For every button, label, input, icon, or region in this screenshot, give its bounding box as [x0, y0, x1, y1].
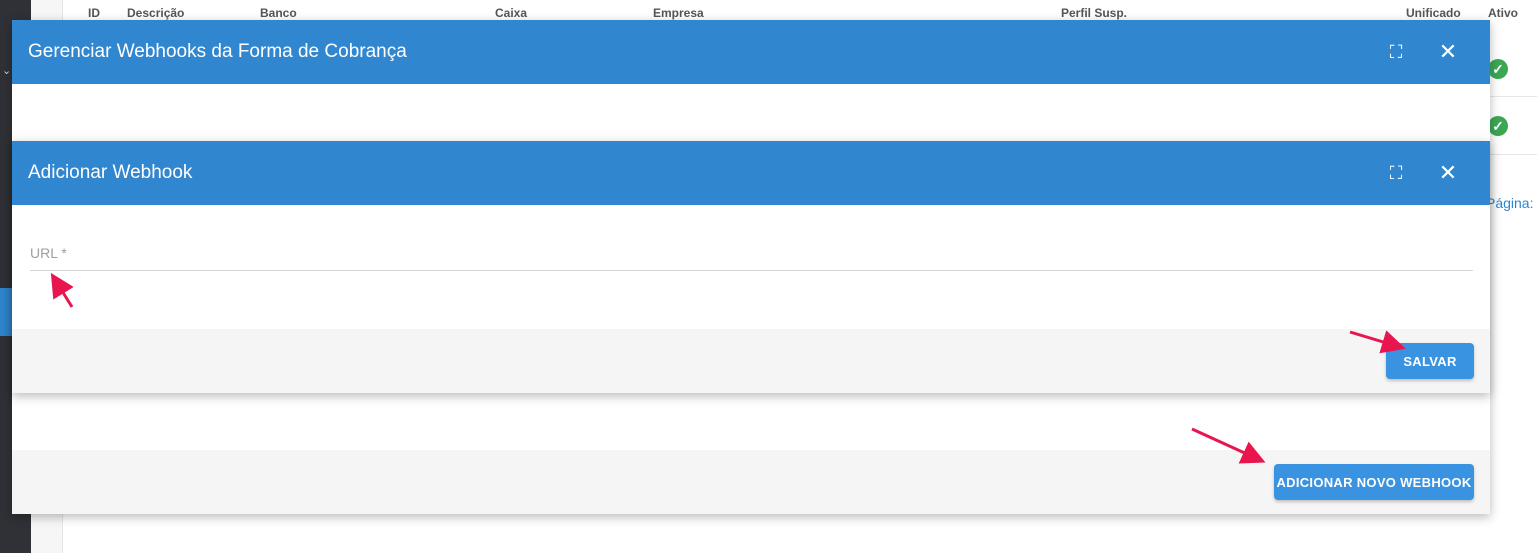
dialog-footer: SALVAR: [12, 329, 1490, 393]
column-header-perfil-susp[interactable]: Perfil Susp.: [1061, 6, 1127, 20]
column-header-caixa[interactable]: Caixa: [495, 6, 527, 20]
dialog-header: Adicionar Webhook ⛶ ✕: [12, 141, 1490, 205]
column-header-empresa[interactable]: Empresa: [653, 6, 704, 20]
dialog-title: Gerenciar Webhooks da Forma de Cobrança: [28, 41, 407, 62]
chevron-down-icon[interactable]: ⌄: [2, 64, 11, 77]
dialog-header: Gerenciar Webhooks da Forma de Cobrança …: [12, 20, 1490, 84]
maximize-icon[interactable]: ⛶: [1384, 40, 1408, 64]
url-input[interactable]: [30, 236, 1477, 272]
maximize-icon[interactable]: ⛶: [1384, 161, 1408, 185]
close-icon[interactable]: ✕: [1436, 40, 1460, 64]
column-header-unificado[interactable]: Unificado: [1406, 6, 1461, 20]
active-check-icon: ✓: [1488, 116, 1508, 136]
column-header-id[interactable]: ID: [88, 6, 100, 20]
dialog-title: Adicionar Webhook: [28, 162, 193, 183]
column-header-ativo[interactable]: Ativo: [1488, 6, 1518, 20]
add-new-webhook-button[interactable]: ADICIONAR NOVO WEBHOOK: [1274, 464, 1474, 500]
column-header-banco[interactable]: Banco: [260, 6, 297, 20]
pagination-label: Página:: [1486, 195, 1534, 211]
add-webhook-dialog: Adicionar Webhook ⛶ ✕ URL * SALVAR: [12, 141, 1490, 393]
sidebar-active-item[interactable]: [0, 288, 12, 336]
dialog-footer: ADICIONAR NOVO WEBHOOK: [12, 450, 1490, 514]
active-check-icon: ✓: [1488, 59, 1508, 79]
save-button[interactable]: SALVAR: [1386, 343, 1474, 379]
close-icon[interactable]: ✕: [1436, 161, 1460, 185]
table-header: ID Descrição Banco Caixa Empresa Perfil …: [63, 0, 1537, 22]
url-field: URL *: [30, 236, 1477, 272]
column-header-descricao[interactable]: Descrição: [127, 6, 184, 20]
